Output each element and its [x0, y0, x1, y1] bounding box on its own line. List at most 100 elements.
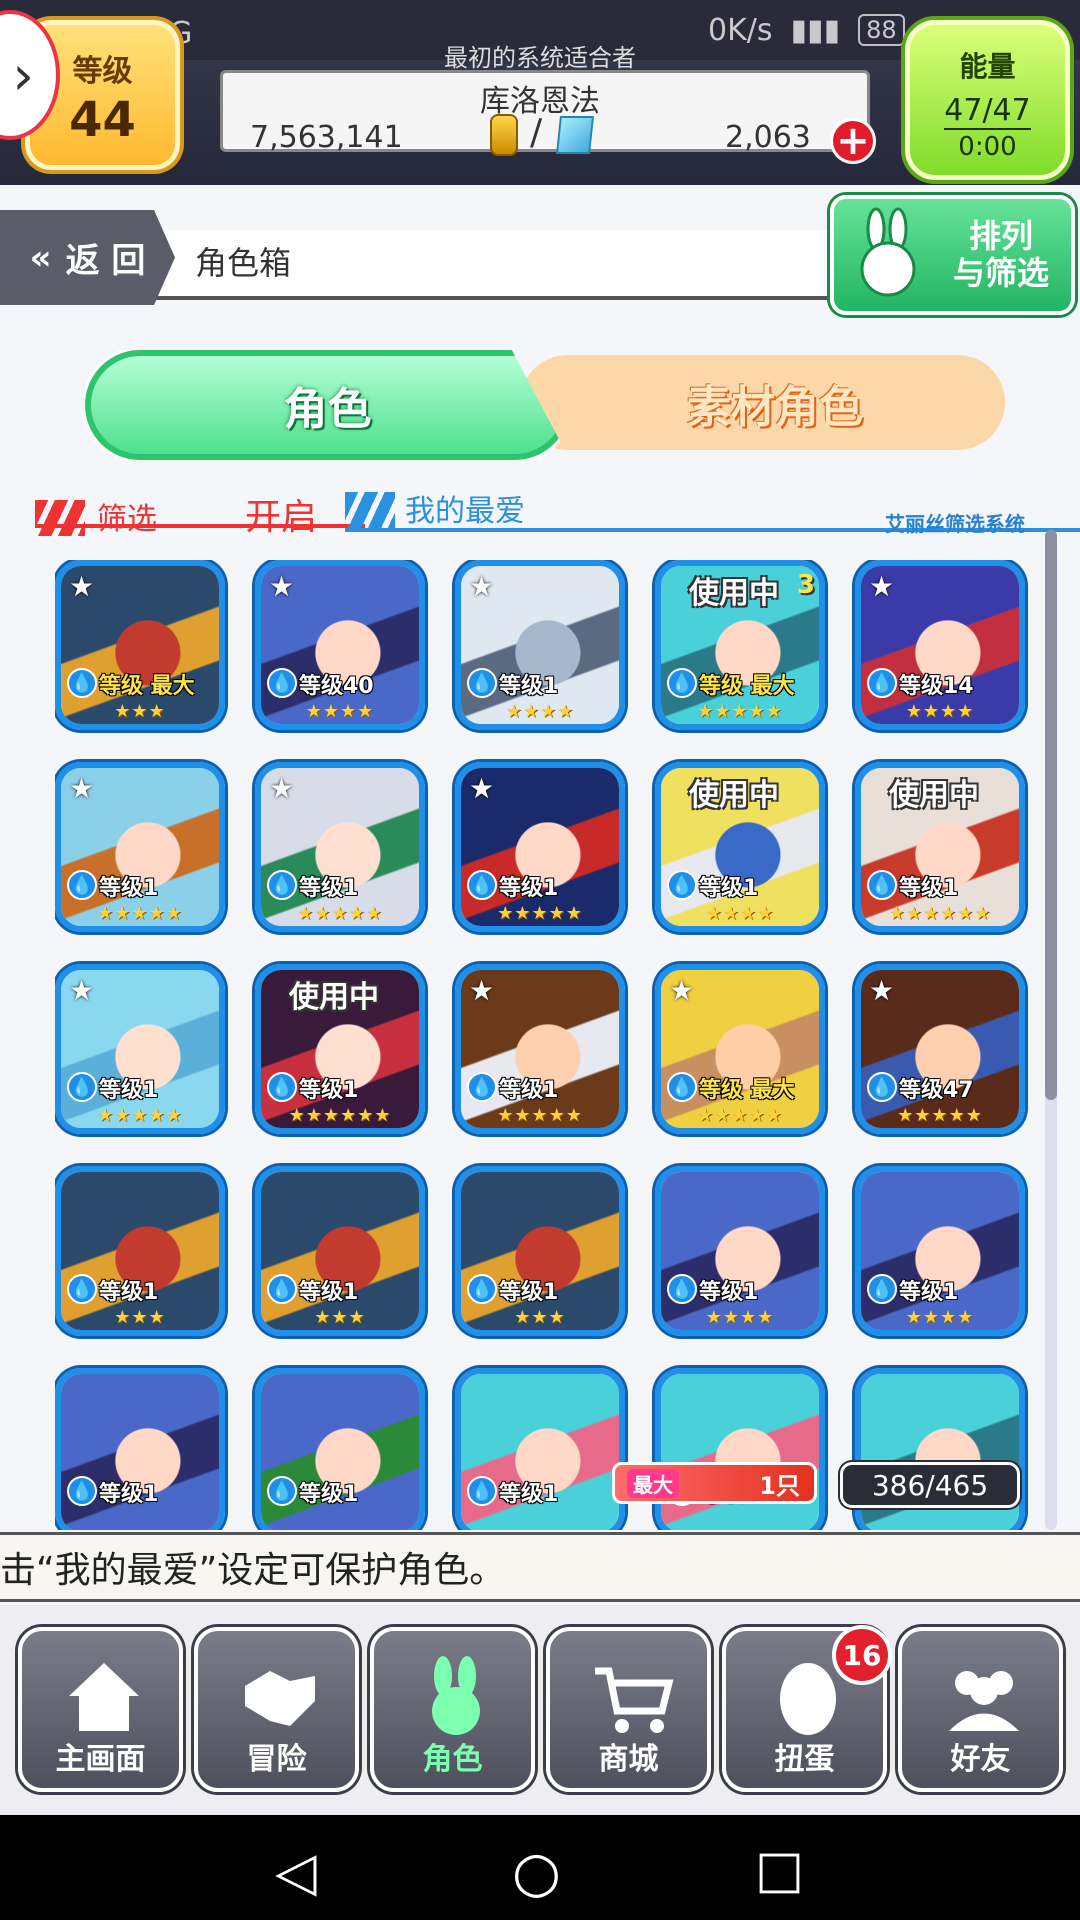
- character-level: 等级1: [699, 876, 759, 901]
- water-element-icon: 💧: [867, 668, 897, 698]
- back-button[interactable]: « 返 回: [0, 210, 175, 305]
- character-card[interactable]: 使用中 💧 等级1 ★★★★★★: [855, 762, 1025, 932]
- favorite-star-icon: ★: [69, 974, 95, 1007]
- character-card[interactable]: 💧 等级1 ★★★: [255, 1166, 425, 1336]
- in-use-label: 使用中: [889, 778, 979, 813]
- character-card[interactable]: 💧等级1: [455, 1368, 625, 1530]
- bunny-icon: [432, 1656, 480, 1735]
- water-element-icon: 💧: [67, 1476, 97, 1506]
- rarity-stars: ★★★★★: [97, 1105, 183, 1126]
- rarity-stars: ★★★★: [905, 1307, 975, 1328]
- character-card[interactable]: 💧等级1: [55, 1368, 225, 1530]
- tab-material-characters[interactable]: 素材角色: [600, 355, 950, 450]
- level-label: 等级: [72, 54, 133, 89]
- rarity-stars: ★★★: [114, 1307, 166, 1328]
- tab-characters[interactable]: 角色: [85, 350, 570, 460]
- character-card[interactable]: 使用中 💧 等级1 ★★★★★★: [255, 964, 425, 1134]
- water-element-icon: 💧: [867, 870, 897, 900]
- character-level: 等级1: [299, 1078, 359, 1103]
- rarity-stars: ★★★★★: [897, 1105, 983, 1126]
- water-element-icon: 💧: [67, 1072, 97, 1102]
- rarity-stars: ★★★★★: [497, 1105, 583, 1126]
- filter-stripe: [35, 500, 85, 536]
- energy-timer: 0:00: [958, 132, 1017, 162]
- character-card[interactable]: 使用中 💧 等级1 ★★★★: [655, 762, 825, 932]
- water-element-icon: 💧: [467, 1072, 497, 1102]
- character-card[interactable]: ★ 💧 等级1 ★★★★★: [55, 762, 225, 932]
- character-level: 等级1: [499, 1482, 559, 1507]
- character-level: 等级14: [899, 674, 974, 699]
- water-element-icon: 💧: [667, 1072, 697, 1102]
- gem-amount: 2,063: [725, 120, 811, 155]
- character-level: 等级40: [299, 674, 374, 699]
- water-element-icon: 💧: [67, 1274, 97, 1304]
- scrollbar-thumb[interactable]: [1045, 530, 1057, 1100]
- water-element-icon: 💧: [67, 870, 97, 900]
- nav-characters[interactable]: 角色: [370, 1627, 535, 1792]
- sort-label-line1: 排列: [968, 217, 1033, 256]
- character-level: 等级1: [299, 876, 359, 901]
- level-value: 44: [69, 92, 136, 148]
- character-level: 等级1: [699, 1280, 759, 1305]
- character-card[interactable]: ★ 💧 等级1 ★★★★★: [455, 762, 625, 932]
- bottom-nav: 主画面 冒险 角色 商城 扭蛋 好友: [0, 1605, 1080, 1815]
- favorite-star-icon: ★: [69, 570, 95, 603]
- in-use-label: 使用中: [289, 980, 379, 1015]
- favorite-star-icon: ★: [69, 772, 95, 805]
- character-card[interactable]: 💧 等级1 ★★★★: [855, 1166, 1025, 1336]
- character-card[interactable]: 💧 等级1 ★★★: [455, 1166, 625, 1336]
- character-card[interactable]: ★ 💧 等级1 ★★★★★: [455, 964, 625, 1134]
- filter-toggle[interactable]: 筛选 开启: [35, 488, 365, 538]
- nav-adventure[interactable]: 冒险: [194, 1627, 359, 1792]
- character-level: 等级1: [499, 876, 559, 901]
- water-element-icon: 💧: [667, 1274, 697, 1304]
- character-card[interactable]: ★ 💧 等级1 ★★★★★: [255, 762, 425, 932]
- sort-filter-button[interactable]: 排列 与筛选: [830, 195, 1075, 315]
- water-element-icon: 💧: [467, 1274, 497, 1304]
- character-card[interactable]: ★ 💧 等级1 ★★★★: [455, 560, 625, 730]
- character-card[interactable]: 💧 等级1 ★★★★: [655, 1166, 825, 1336]
- android-home-icon[interactable]: ○: [512, 1840, 561, 1905]
- character-level: 等级1: [299, 1482, 359, 1507]
- character-card[interactable]: 使用中 3 💧 等级 最大 ★★★★★: [655, 560, 825, 730]
- water-element-icon: 💧: [467, 1476, 497, 1506]
- favorites-filter-button[interactable]: 我的最爱: [405, 486, 525, 530]
- android-nav-bar: ◁ ○ □: [0, 1815, 1080, 1920]
- nav-friends[interactable]: 好友: [898, 1627, 1063, 1792]
- android-recents-icon[interactable]: □: [755, 1840, 804, 1900]
- character-card[interactable]: ★ 💧 等级40 ★★★★: [255, 560, 425, 730]
- duplicate-count: 3: [796, 570, 815, 600]
- coin-icon: [490, 114, 518, 156]
- back-label: 返 回: [65, 241, 146, 281]
- android-back-icon[interactable]: ◁: [275, 1840, 317, 1903]
- rarity-stars: ★★★★★: [697, 1105, 783, 1126]
- character-level: 等级47: [899, 1078, 974, 1103]
- character-card[interactable]: ★ 💧 等级 最大 ★★★: [55, 560, 225, 730]
- handshake-icon: [245, 1671, 315, 1726]
- favorite-star-icon: ★: [269, 570, 295, 603]
- box-capacity: 386/465: [840, 1462, 1020, 1508]
- character-card[interactable]: 💧 等级1 ★★★: [55, 1166, 225, 1336]
- energy-label: 能量: [959, 50, 1016, 83]
- nav-shop[interactable]: 商城: [546, 1627, 711, 1792]
- character-grid: ★ 💧 等级 最大 ★★★ ★ 💧 等级40 ★★★★ ★ 💧 等级1 ★★★★ 使用中 3 💧 等级 最大 ★…: [55, 560, 1040, 1530]
- character-card[interactable]: ★ 💧 等级1 ★★★★★: [55, 964, 225, 1134]
- water-element-icon: 💧: [467, 870, 497, 900]
- rarity-stars: ★★★★: [505, 701, 575, 722]
- character-card[interactable]: ★ 💧 等级14 ★★★★: [855, 560, 1025, 730]
- character-card[interactable]: 💧等级1: [255, 1368, 425, 1530]
- favorite-star-icon: ★: [469, 570, 495, 603]
- character-card[interactable]: ★ 💧 等级47 ★★★★★: [855, 964, 1025, 1134]
- favorites-stripe: [345, 492, 395, 530]
- nav-home[interactable]: 主画面: [18, 1627, 183, 1792]
- character-card[interactable]: ★ 💧 等级 最大 ★★★★★: [655, 964, 825, 1134]
- rarity-stars: ★★★★: [305, 701, 375, 722]
- energy-value: 47/47: [944, 93, 1031, 130]
- sort-label-line2: 与筛选: [952, 254, 1049, 292]
- rarity-stars: ★★★: [314, 1307, 366, 1328]
- max-holdings-badge: 最大 1只: [612, 1462, 817, 1504]
- character-card[interactable]: 💧等级1: [655, 1368, 825, 1530]
- cart-icon: [595, 1667, 674, 1733]
- add-gems-button[interactable]: +: [830, 118, 876, 164]
- rarity-stars: ★★★★: [705, 1307, 775, 1328]
